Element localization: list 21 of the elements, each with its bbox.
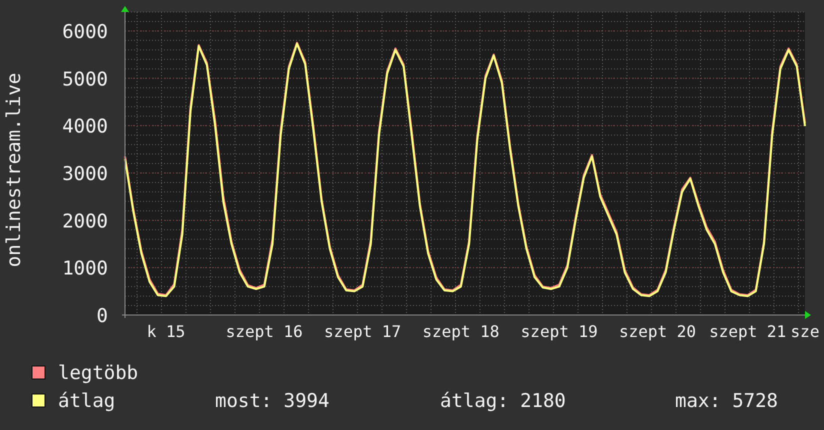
legend-stat: most: 3994	[215, 390, 330, 412]
x-tick-label: k 15	[146, 322, 186, 341]
y-tick-label: 5000	[62, 68, 108, 90]
y-axis-title: onlinestream.live	[3, 72, 25, 268]
legend-label: átlag	[58, 390, 116, 412]
x-tick-label: sze	[790, 322, 820, 341]
y-tick-label: 6000	[62, 20, 108, 43]
x-tick-label: szept 17	[324, 322, 402, 341]
x-tick-label: szept 19	[520, 322, 598, 341]
y-tick-label: 1000	[62, 258, 108, 280]
x-tick-label: szept 18	[422, 322, 500, 341]
y-tick-label: 4000	[62, 116, 108, 138]
legend-stat: átlag: 2180	[440, 390, 566, 412]
legend-label: legtöbb	[58, 362, 138, 384]
y-tick-label: 3000	[62, 162, 108, 185]
x-tick-label: szept 21	[709, 322, 786, 341]
legend-stat: max: 5728	[675, 390, 778, 412]
x-tick-label: szept 20	[619, 322, 696, 341]
y-tick-label: 2000	[62, 210, 108, 232]
y-tick-label: 0	[96, 305, 108, 327]
x-tick-label: szept 16	[226, 322, 303, 341]
